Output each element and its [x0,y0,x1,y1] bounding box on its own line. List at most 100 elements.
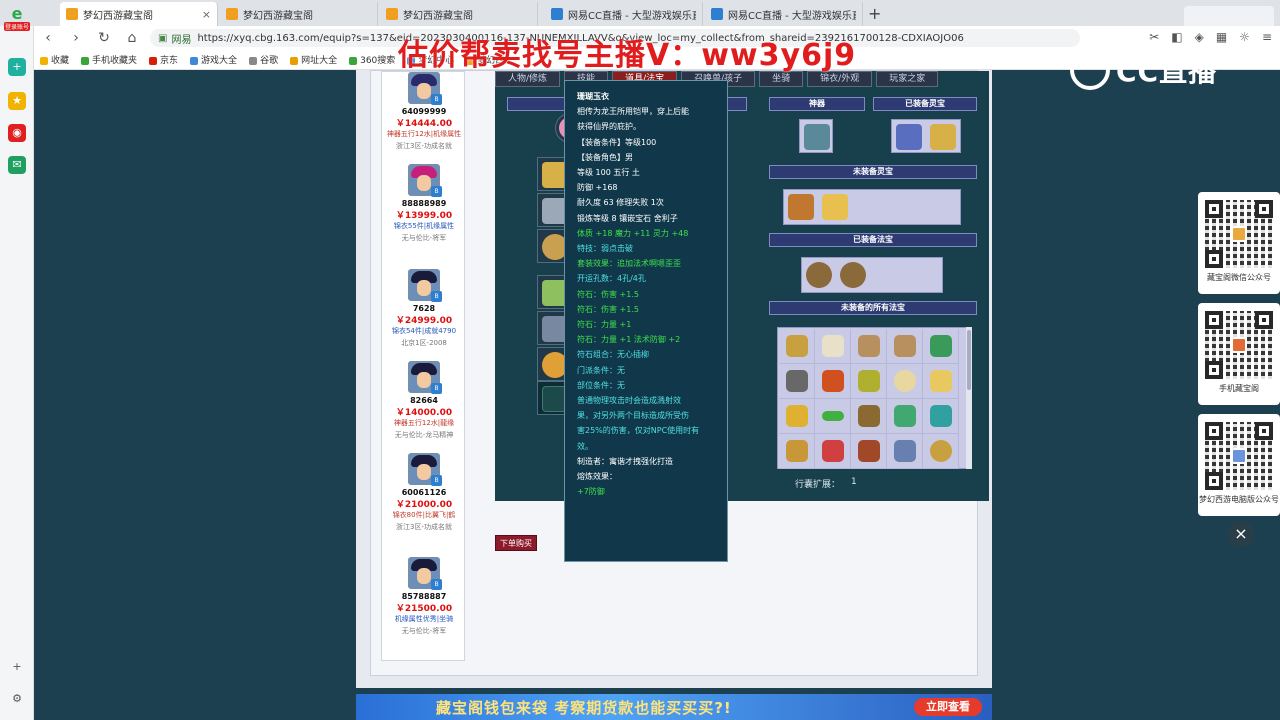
gear-icon[interactable]: ⚙ [8,690,26,708]
tab-home[interactable]: 玩家之家 [876,71,939,87]
phone-icon [81,56,90,65]
equipped-fabao-header: 已装备法宝 [769,233,977,247]
grid-cell[interactable] [815,329,851,364]
list-item[interactable]: B 82664 ￥14000.00 神器五行12水|龍缘 无与伦比-龙马精神 [382,361,466,440]
menu-icon[interactable]: ≡ [1262,30,1272,44]
tooltip-line: 制造者：寓谐才拽强化打造 [577,456,673,466]
grid-cell[interactable] [887,399,923,434]
grid-cell[interactable] [923,364,959,399]
buy-button[interactable]: 下单购买 [495,535,537,551]
back-icon[interactable]: ‹ [34,30,62,46]
close-icon[interactable]: × [202,8,211,21]
browser-tab[interactable]: 网易CC直播 - 大型游戏娱乐直 [545,2,703,26]
item-tooltip: 珊瑚玉衣 相传为龙王所用铠甲，穿上后能 获得仙界的庇护。 【装备条件】等级100… [564,80,728,562]
scissors-icon[interactable]: ✂ [1149,30,1159,44]
browser-tab[interactable]: 梦幻西游藏宝阁 [220,2,378,26]
grid-cell[interactable] [923,329,959,364]
jade-bar-icon [822,411,844,421]
browser-tab[interactable]: 梦幻西游藏宝阁 × [60,2,218,26]
bookmark-item[interactable]: 手机收藏夹 [81,53,137,66]
avatar: B [408,557,442,590]
tooltip-line: 符石：力量 +1 法术防御 +2 [577,335,681,345]
equipped-fabao-slots[interactable] [801,257,943,293]
grid-cell[interactable] [779,364,815,399]
bookmark-item[interactable]: 京东 [149,53,178,66]
grid-cell[interactable] [887,329,923,364]
tooltip-line: 符石：力量 +1 [577,320,632,330]
grid-cell[interactable] [815,399,851,434]
badge-icon: B [431,383,442,394]
add-icon[interactable]: + [8,658,26,676]
equipped-spirit-slot[interactable] [891,119,961,153]
weibo-icon[interactable]: ◉ [8,124,26,142]
grid-cell[interactable] [923,399,959,434]
bookmark-item[interactable]: 360搜索 [349,53,395,66]
ad-banner[interactable]: 藏宝阁钱包来袋 考察期货款也能买买买?! 立即查看 [356,694,992,720]
list-item[interactable]: B 88888989 ￥13999.00 锦衣55件|机缘属性 无与伦比-将军 [382,164,466,243]
pouch-icon [840,262,866,288]
grid-icon[interactable]: ▦ [1216,30,1227,44]
list-item[interactable]: B 64099999 ￥14444.00 神器五行12水|机缘属性 浙江3区-功… [382,72,466,151]
new-tab-icon[interactable]: + [868,4,881,23]
artifact-slot[interactable] [799,119,833,153]
sidebar-browser-logo[interactable]: e 登录账号 [4,6,30,31]
tooltip-line: 害25%的伤害，仅对NPC使用时有 [577,426,700,436]
grid-cell[interactable] [779,434,815,469]
grid-cell[interactable] [815,434,851,469]
browser-tab-bar: 梦幻西游藏宝阁 × 梦幻西游藏宝阁 梦幻西游藏宝阁 网易CC直播 - 大型游戏娱… [0,0,1280,26]
qr-card-mobile[interactable]: 手机藏宝阁 [1198,303,1280,405]
star-icon[interactable]: ★ [8,92,26,110]
grid-cell[interactable] [779,399,815,434]
star-icon [40,56,48,65]
bookmark-item[interactable]: 谷歌 [249,53,278,66]
avatar: B [408,453,442,486]
favicon-icon [551,8,563,20]
claw-icon [894,440,916,462]
tooltip-line: 获得仙界的庇护。 [577,122,641,132]
listing-column: B 64099999 ￥14444.00 神器五行12水|机缘属性 浙江3区-功… [381,71,465,661]
browser-tab[interactable]: 梦幻西游藏宝阁 [380,2,538,26]
bookmark-item[interactable]: 游戏大全 [190,53,237,66]
list-item[interactable]: B 7628 ￥24999.00 锦衣54件|成就4790 北京1区-2008 [382,269,466,348]
shield-icon[interactable]: ◈ [1195,30,1204,44]
bookmark-item[interactable]: 网址大全 [290,53,337,66]
grid-cell[interactable] [851,364,887,399]
home-icon[interactable]: ⌂ [118,30,146,46]
grid-cell[interactable] [851,434,887,469]
reload-icon[interactable]: ↻ [90,30,118,46]
site-name: 网易 [171,34,192,46]
grid-cell[interactable] [923,434,959,469]
globe-icon [290,56,299,65]
browser-tab[interactable]: 网易CC直播 - 大型游戏娱乐直 [705,2,863,26]
grid-cell[interactable] [851,399,887,434]
badge-icon: B [431,475,442,486]
jd-icon [149,56,158,65]
grid-cell[interactable] [887,364,923,399]
mail-icon[interactable]: ✉ [8,156,26,174]
settings-icon[interactable]: ☼ [1239,30,1250,44]
list-item[interactable]: B 85788887 ￥21500.00 机缘属性优秀|坐骑 无与伦比-将军 [382,557,466,636]
grid-cell[interactable] [851,329,887,364]
bookmark-item[interactable]: 收藏 [40,53,69,66]
tooltip-line: 符石：伤害 +1.5 [577,304,639,314]
tooltip-line: 体质 +18 魔力 +11 灵力 +48 [577,228,689,238]
plus-icon[interactable]: + [8,58,26,76]
unequipped-spirit-slots[interactable] [783,189,961,225]
tooltip-item-name: 珊瑚玉衣 [577,92,609,101]
close-icon[interactable]: × [1228,521,1254,547]
avatar: B [408,269,442,302]
grid-cell[interactable] [887,434,923,469]
streamer-banner: 估价帮卖找号主播V：ww3y6j9 [398,38,857,73]
forward-icon[interactable]: › [62,30,90,46]
qr-card-wechat[interactable]: 藏宝阁微信公众号 [1198,192,1280,294]
fabao-grid-scrollbar[interactable] [966,327,972,469]
grid-cell[interactable] [779,329,815,364]
extension-icon[interactable]: ◧ [1171,30,1182,44]
qr-card-pc[interactable]: 梦幻西游电脑版公众号 [1198,414,1280,516]
fabao-grid [777,327,967,469]
grid-cell[interactable] [815,364,851,399]
tablet-icon [858,405,880,427]
tooltip-line: 锻炼等级 8 镶嵌宝石 舍利子 [577,213,678,223]
list-item[interactable]: B 60061126 ￥21000.00 锦衣80件|比翼飞|鹤 浙江3区-功成… [382,453,466,532]
ad-view-button[interactable]: 立即查看 [914,698,982,716]
